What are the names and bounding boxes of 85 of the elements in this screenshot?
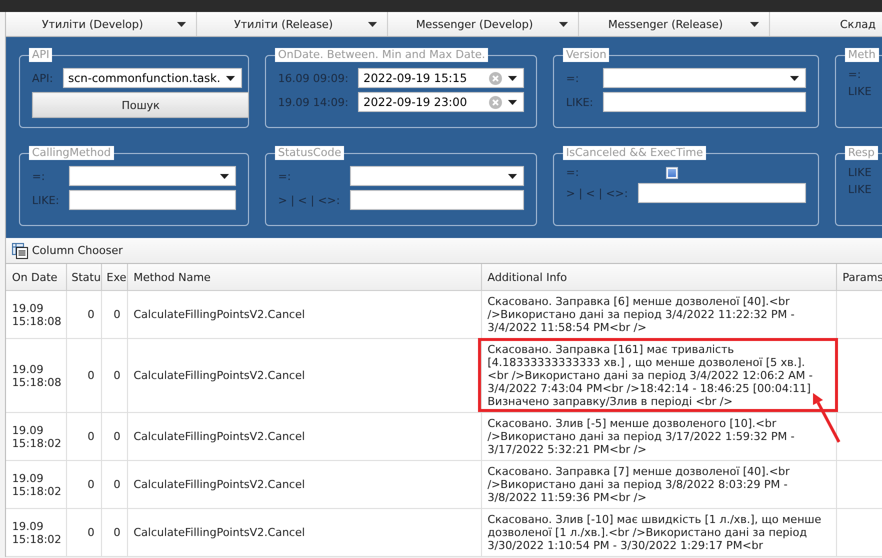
table-cell: 0 <box>66 508 101 556</box>
group-title: Version <box>563 48 610 62</box>
group-title: Resp <box>845 146 878 160</box>
caret-icon <box>508 174 517 178</box>
group-title: IsCanceled && ExecTime <box>563 146 706 160</box>
field-label: LIKE: <box>32 194 60 206</box>
date-field[interactable]: 2022-09-19 15:15 <box>358 68 524 88</box>
table-cell: 19.09 15:18:08 <box>6 338 66 412</box>
field-label: 16.09 09:09: <box>278 72 350 84</box>
table-cell: Скасовано. Злив [-10] має швидкість [1 л./хв.], що менше дозволеної [1 л./хв.].<br />Використано дані за період 3/30/2022 1:10:54 PM - 3/30/2022 1:29:17 PM<br <box>481 508 836 556</box>
menu-item[interactable]: Messenger (Release) <box>579 12 770 36</box>
table-cell: 19.09 15:18:02 <box>6 460 66 508</box>
menu-item[interactable]: Склад <box>770 12 882 36</box>
field-label: =: <box>566 72 580 84</box>
menu-item[interactable]: Messenger (Develop) <box>388 12 579 36</box>
caret-icon <box>750 22 759 26</box>
table-cell: Скасовано. Заправка [7] менше дозволеної [40].<br />Використано дані за період 3/8/2022 8:03:29 PM - 3/8/2022 11:59:36 PM<br /> <box>481 460 836 508</box>
table-cell: 19.09 15:18:02 <box>6 508 66 556</box>
caret-icon <box>226 76 236 80</box>
group-title: OnDate. Between. Min and Max Date. <box>275 48 488 62</box>
table-cell: CalculateFillingPointsV2.Cancel <box>127 412 481 460</box>
field-label: API: <box>32 72 54 84</box>
field-label: LIKE <box>848 85 873 98</box>
table-cell: 0 <box>101 508 127 556</box>
field-label: LIKE: <box>566 96 594 108</box>
field-label: =: <box>32 170 46 182</box>
checkbox[interactable] <box>666 166 678 178</box>
menu-item[interactable]: Утиліти (Develop) <box>6 12 197 36</box>
field-label: > | < | <>: <box>278 194 341 206</box>
caret-icon <box>508 76 517 80</box>
dropdown-field[interactable] <box>603 68 806 88</box>
caret-icon <box>368 22 377 26</box>
caret-icon <box>508 100 517 104</box>
table-cell: 0 <box>66 460 101 508</box>
table-cell: 0 <box>101 460 127 508</box>
field-label: =: <box>566 166 580 179</box>
dropdown-field[interactable]: scn-commonfunction.task. <box>63 68 242 88</box>
table-cell: CalculateFillingPointsV2.Cancel <box>127 338 481 412</box>
column-chooser-button[interactable]: Column Chooser <box>12 242 123 258</box>
group-title: StatusCode <box>275 146 344 160</box>
caret-icon <box>220 174 229 178</box>
menu-item[interactable]: Утиліти (Release) <box>197 12 388 36</box>
table-cell: CalculateFillingPointsV2.Cancel <box>127 290 481 338</box>
field-label: > | < | <>: <box>566 186 629 200</box>
table-cell: 0 <box>101 412 127 460</box>
caret-icon <box>559 22 568 26</box>
input-field[interactable] <box>350 190 524 210</box>
table-cell: 0 <box>66 290 101 338</box>
table-cell: Скасовано. Злив [-5] менше дозволеного [10].<br />Використано дані за період 3/17/2022 1:59:32 PM - 3/17/2022 5:32:21 PM<br /> <box>481 412 836 460</box>
column-header[interactable]: Statu <box>66 264 101 290</box>
field-label: =: <box>848 68 862 81</box>
caret-icon <box>177 22 186 26</box>
column-header[interactable]: On Date <box>6 264 66 290</box>
input-field[interactable] <box>603 92 806 112</box>
column-header[interactable]: Method Name <box>127 264 481 290</box>
field-label: LIKE <box>848 166 873 179</box>
field-label: LIKE <box>848 183 873 196</box>
column-header[interactable]: Exe <box>101 264 127 290</box>
field-label: 19.09 14:09: <box>278 96 350 108</box>
table-cell: CalculateFillingPointsV2.Cancel <box>127 460 481 508</box>
table-cell: CalculateFillingPointsV2.Cancel <box>127 508 481 556</box>
group-title: API <box>29 48 52 62</box>
group-title: Meth <box>845 48 879 62</box>
table-cell: Скасовано. Заправка [6] менше дозволеної [40].<br />Використано дані за період 3/4/2022 11:22:32 PM - 3/4/2022 11:58:54 PM<br /> <box>481 290 836 338</box>
table-cell: 0 <box>66 338 101 412</box>
table-icon <box>12 242 28 258</box>
dropdown-field[interactable] <box>69 166 236 186</box>
pointer-arrow <box>813 393 840 443</box>
dropdown-field[interactable] <box>350 166 524 186</box>
table-cell: 0 <box>66 412 101 460</box>
table-cell: Скасовано. Заправка [161] має тривалість [4.18333333333333 хв.] , що менше дозволеної [5 хв.]. <br />Використано дані за період 3/4/2022 12:06:2 AM - 3/4/2022 7:43:04 PM<br />18:42:14 - 18:46:25 [00:04:11] Визначено заправку/Злив в періоді <br /> <box>481 338 836 412</box>
table-cell: 19.09 15:18:08 <box>6 290 66 338</box>
search-button[interactable]: Пошук <box>32 92 250 118</box>
table-cell: 0 <box>101 290 127 338</box>
table-cell: 19.09 15:18:02 <box>6 412 66 460</box>
column-header[interactable]: Additional Info <box>481 264 836 290</box>
input-field[interactable] <box>69 190 236 210</box>
group-title: CallingMethod <box>29 146 114 160</box>
clear-icon[interactable] <box>489 72 502 84</box>
caret-icon <box>790 76 799 80</box>
date-field[interactable]: 2022-09-19 23:00 <box>358 92 524 112</box>
clear-icon[interactable] <box>489 96 502 108</box>
field-label: =: <box>278 170 292 182</box>
input-field[interactable] <box>638 183 806 203</box>
table-cell: 0 <box>101 338 127 412</box>
